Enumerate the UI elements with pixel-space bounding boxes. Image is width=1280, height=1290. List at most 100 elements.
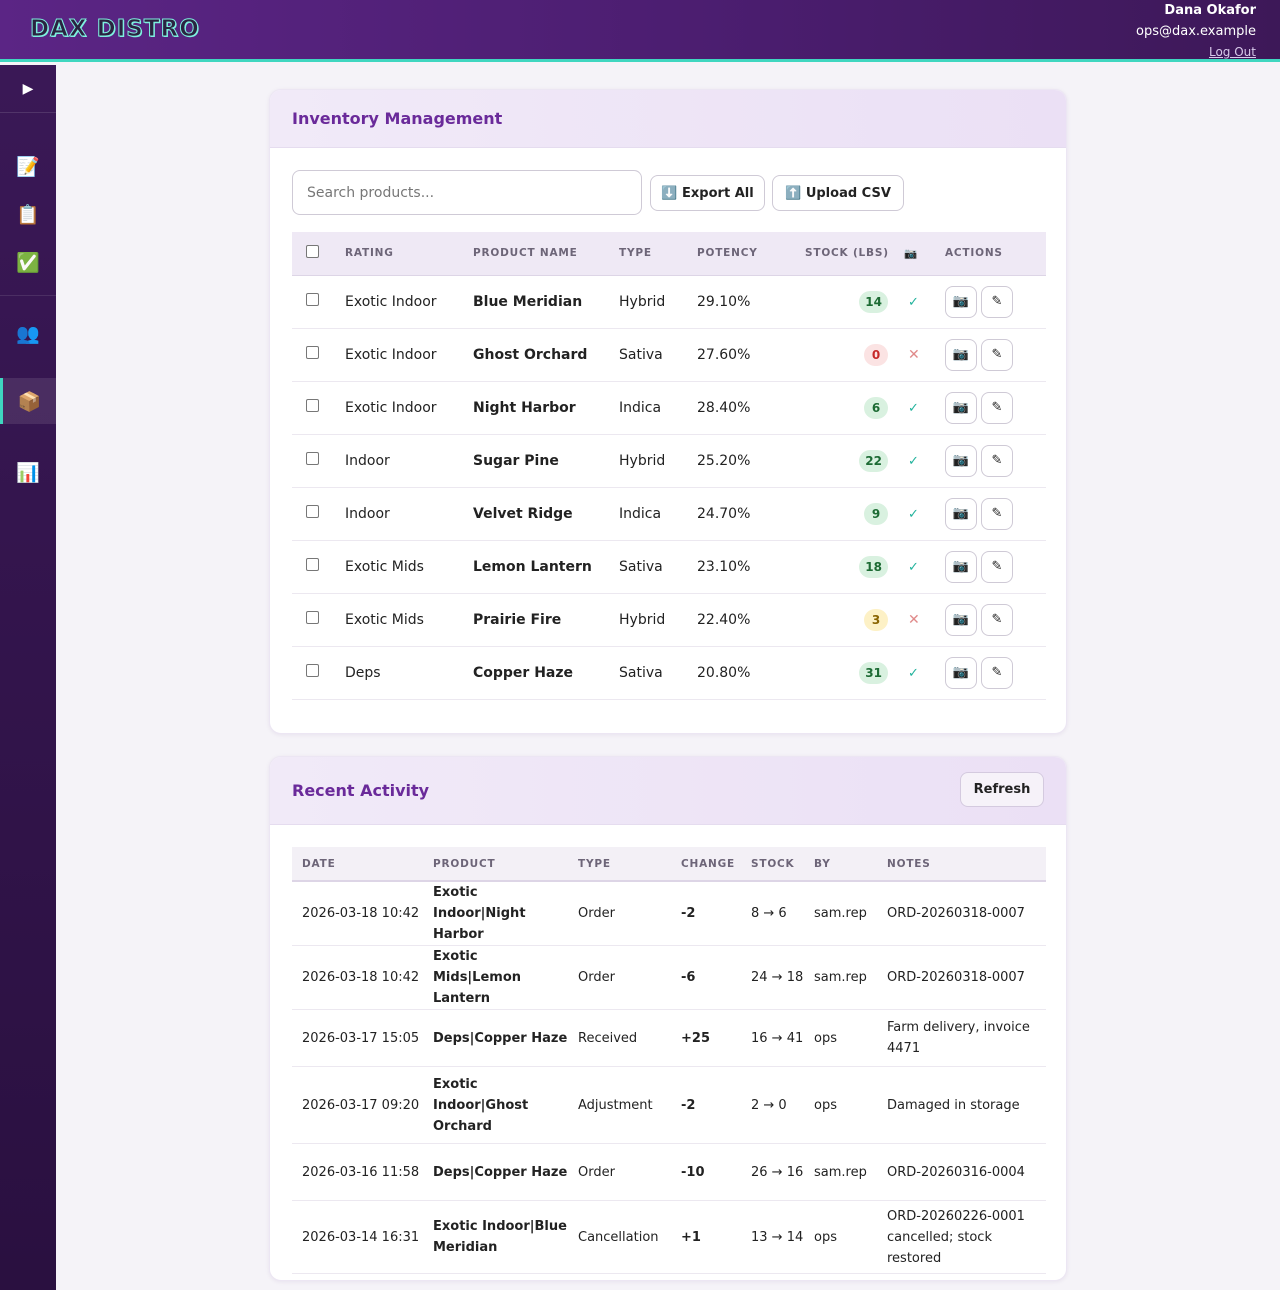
rating-cell: Indoor: [345, 505, 390, 522]
edit-button[interactable]: ✎: [981, 603, 1013, 636]
stock-cell: 18: [805, 540, 904, 593]
type-cell: Hybrid: [619, 452, 666, 469]
product-cell: Exotic Indoor|Night Harbor: [423, 881, 568, 946]
inventory-body: ⬇️ Export All ⬆️ Upload CSV Rating Produ…: [270, 148, 1066, 733]
product-name-cell: Sugar Pine: [473, 452, 559, 469]
edit-button[interactable]: ✎: [981, 285, 1013, 318]
table-row[interactable]: Exotic Indoor Blue Meridian Hybrid 29.10% 14…: [292, 275, 1046, 328]
edit-button[interactable]: ✎: [981, 338, 1013, 371]
photo-button[interactable]: 📷: [945, 550, 977, 583]
stock-badge: 3: [864, 608, 888, 631]
sidebar-item-inventory[interactable]: 📦: [0, 378, 56, 424]
sidebar-item-clipboard[interactable]: 📋: [0, 191, 56, 237]
row-select-cell: [292, 646, 345, 699]
table-row[interactable]: Exotic Mids Lemon Lantern Sativa 23.10% 18 ✓ 📷…: [292, 540, 1046, 593]
rating-cell: Exotic Indoor: [345, 293, 437, 310]
row-checkbox[interactable]: [306, 293, 319, 306]
photo-status-cell: ✕: [904, 593, 945, 646]
pencil-icon: ✎: [991, 665, 1003, 680]
photo-button[interactable]: 📷: [945, 285, 977, 318]
photo-button[interactable]: 📷: [945, 656, 977, 689]
col-product: Product: [433, 857, 496, 870]
potency-cell: 23.10%: [697, 558, 751, 575]
sidebar-item-checklist[interactable]: ✅: [0, 239, 56, 285]
camera-icon: 📷: [952, 294, 970, 309]
refresh-button[interactable]: Refresh: [960, 772, 1044, 807]
change-cell: +25: [671, 1009, 741, 1067]
edit-button[interactable]: ✎: [981, 391, 1013, 424]
camera-icon: 📷: [952, 559, 970, 574]
col-product-name[interactable]: Product Name: [473, 232, 619, 275]
date-cell: 2026-03-17 09:20: [292, 1066, 423, 1144]
col-stock[interactable]: Stock (lbs): [805, 232, 904, 275]
stock-cell: 14: [805, 275, 904, 328]
row-checkbox[interactable]: [306, 558, 319, 571]
activity-type-cell: Received: [568, 1009, 671, 1067]
camera-icon: 📷: [952, 506, 970, 521]
sidebar-item-reports[interactable]: 📊: [0, 449, 56, 495]
potency-cell: 25.20%: [697, 452, 751, 469]
upload-csv-button[interactable]: ⬆️ Upload CSV: [772, 175, 904, 211]
row-select-cell: [292, 540, 345, 593]
pencil-icon: ✎: [991, 294, 1003, 309]
photo-button[interactable]: 📷: [945, 603, 977, 636]
pencil-icon: ✎: [991, 506, 1003, 521]
row-checkbox[interactable]: [306, 346, 319, 359]
check-icon: ✓: [908, 559, 919, 575]
col-potency[interactable]: Potency: [697, 232, 805, 275]
activity-card: Recent Activity Refresh Date Product Typ…: [269, 756, 1067, 1281]
table-row[interactable]: Exotic Indoor Ghost Orchard Sativa 27.60% 0 ✕…: [292, 328, 1046, 381]
type-cell: Sativa: [619, 664, 663, 681]
activity-row: 2026-03-17 15:05 Deps|Copper Haze Received…: [292, 1009, 1046, 1067]
sidebar-toggle-button[interactable]: ▶: [0, 65, 56, 113]
product-name-cell: Copper Haze: [473, 664, 574, 681]
stock-badge: 18: [859, 555, 888, 578]
photo-button[interactable]: 📷: [945, 338, 977, 371]
logo[interactable]: DAX DISTRO: [30, 16, 200, 43]
photo-button[interactable]: 📷: [945, 444, 977, 477]
date-cell: 2026-03-18 10:42: [292, 881, 423, 946]
table-row[interactable]: Indoor Velvet Ridge Indica 24.70% 9 ✓ 📷 ✎: [292, 487, 1046, 540]
select-all-checkbox[interactable]: [306, 245, 319, 259]
table-row[interactable]: Exotic Mids Prairie Fire Hybrid 22.40% 3 ✕ 📷 ✎: [292, 593, 1046, 646]
sidebar-item-memo[interactable]: 📝: [0, 143, 56, 189]
potency-cell: 24.70%: [697, 505, 751, 522]
actions-cell: 📷 ✎: [945, 275, 1046, 328]
table-row[interactable]: Exotic Indoor Night Harbor Indica 28.40% 6 ✓ 📷…: [292, 381, 1046, 434]
check-icon: ✓: [908, 294, 919, 310]
table-row[interactable]: Indoor Sugar Pine Hybrid 25.20% 22 ✓ 📷 ✎: [292, 434, 1046, 487]
type-cell: Indica: [619, 505, 662, 522]
search-input[interactable]: [292, 170, 642, 215]
sidebar-divider: [0, 295, 56, 296]
date-cell: 2026-03-18 10:42: [292, 945, 423, 1010]
stock-change-cell: 26 → 16: [741, 1143, 804, 1201]
col-rating[interactable]: Rating: [345, 232, 473, 275]
edit-button[interactable]: ✎: [981, 656, 1013, 689]
row-checkbox[interactable]: [306, 664, 319, 677]
product-cell: Exotic Indoor|Blue Meridian: [423, 1200, 568, 1274]
photo-status-cell: ✕: [904, 328, 945, 381]
edit-button[interactable]: ✎: [981, 550, 1013, 583]
notes-cell: ORD-20260226-0001 cancelled; stock resto…: [877, 1200, 1046, 1274]
col-type[interactable]: Type: [619, 232, 697, 275]
activity-type-cell: Adjustment: [568, 1066, 671, 1144]
activity-type-cell: Order: [568, 945, 671, 1010]
pencil-icon: ✎: [991, 400, 1003, 415]
inventory-table-scroll[interactable]: Rating Product Name Type Potency Stock (…: [270, 232, 1066, 700]
edit-button[interactable]: ✎: [981, 444, 1013, 477]
photo-button[interactable]: 📷: [945, 497, 977, 530]
sidebar-item-users[interactable]: 👥: [0, 310, 56, 356]
photo-button[interactable]: 📷: [945, 391, 977, 424]
table-row[interactable]: Deps Copper Haze Sativa 20.80% 31 ✓ 📷 ✎: [292, 646, 1046, 699]
edit-button[interactable]: ✎: [981, 497, 1013, 530]
row-checkbox[interactable]: [306, 611, 319, 624]
export-all-button[interactable]: ⬇️ Export All: [650, 175, 765, 211]
select-all-cell: [292, 232, 345, 275]
product-name-cell: Night Harbor: [473, 399, 576, 416]
row-checkbox[interactable]: [306, 399, 319, 412]
row-checkbox[interactable]: [306, 505, 319, 518]
photo-status-cell: ✓: [904, 434, 945, 487]
type-cell: Hybrid: [619, 611, 666, 628]
logout-link[interactable]: Log Out: [1136, 42, 1256, 63]
row-checkbox[interactable]: [306, 452, 319, 465]
